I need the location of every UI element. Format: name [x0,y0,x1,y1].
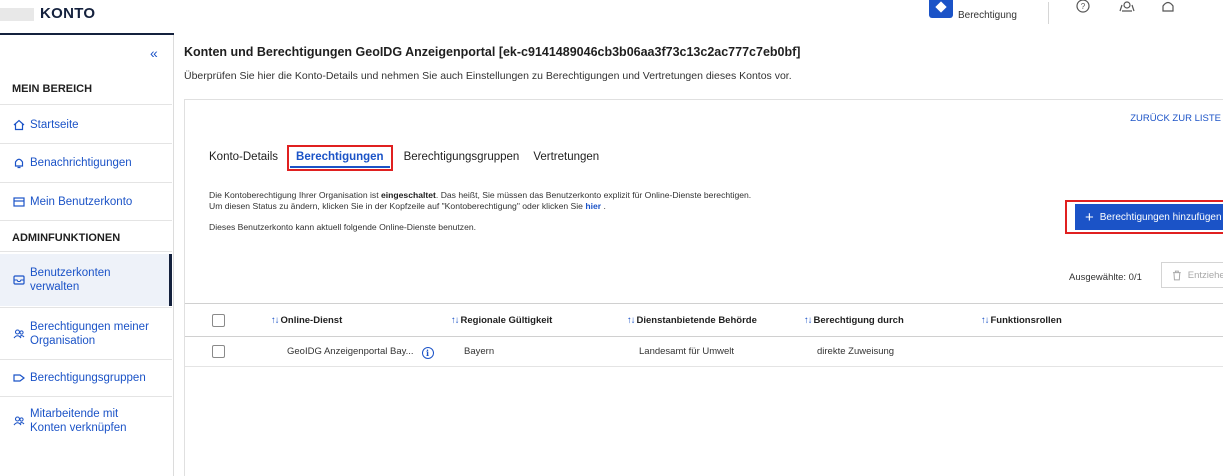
sidebar-item-label: Berechtigungsgruppen [30,372,146,384]
users-icon [8,328,30,340]
sidebar-item-label: Benutzerkonten verwalten [30,267,111,293]
sidebar-item-label: Mitarbeitende mit Konten verknüpfen [30,408,127,434]
help-icon[interactable]: ? [1073,0,1093,20]
sidebar-item-label: Mein Benutzerkonto [30,196,133,208]
main-content: Konten und Berechtigungen GeoIDG Anzeige… [174,35,1223,476]
select-all-checkbox[interactable] [212,314,225,327]
page-subtitle: Überprüfen Sie hier die Konto-Details un… [184,70,792,82]
notification-bell-icon[interactable] [1158,0,1178,20]
sidebar-item-benachrichtigungen[interactable]: Benachrichtigungen [0,145,172,181]
header-divider [1048,2,1049,24]
cell-granted-by: direkte Zuweisung [817,346,895,357]
account-card-icon [8,196,30,208]
collapse-sidebar-button[interactable]: « [150,45,158,61]
divider [0,359,172,360]
sidebar-item-benutzerkonten-verwalten[interactable]: Benutzerkonten verwalten [0,254,172,306]
column-label: Online-Dienst [280,315,343,326]
users-icon [8,415,30,427]
brand-title: KONTO [40,5,96,22]
column-header-online-dienst[interactable]: ↑↓ Online-Dienst [271,315,342,326]
add-permissions-button[interactable]: + Berechtigungen hinzufügen [1075,204,1223,230]
logo-placeholder [0,8,34,21]
settings-icon[interactable] [1117,0,1137,20]
row-checkbox[interactable] [212,345,225,358]
bell-icon [8,157,30,169]
permission-toggle-icon[interactable] [929,0,953,18]
sidebar-item-label: Benachrichtigungen [30,157,132,169]
tab-konto-details[interactable]: Konto-Details [209,148,278,168]
divider [0,104,172,105]
sidebar: « MEIN BEREICH Startseite Benachrichtigu… [0,35,174,476]
column-header-regionale-gueltigkeit[interactable]: ↑↓ Regionale Gültigkeit [451,315,552,326]
divider [0,182,172,183]
column-header-berechtigung-durch[interactable]: ↑↓ Berechtigung durch [804,315,904,326]
info-status: eingeschaltet [380,190,436,200]
add-permissions-label: Berechtigungen hinzufügen [1099,211,1222,223]
divider [0,220,172,221]
sort-icon: ↑↓ [981,315,989,326]
tab-berechtigungsgruppen[interactable]: Berechtigungsgruppen [404,148,520,168]
sidebar-item-mein-benutzerkonto[interactable]: Mein Benutzerkonto [0,184,172,220]
permission-info-text: Die Kontoberechtigung Ihrer Organisation… [209,190,751,212]
svg-text:?: ? [1081,2,1086,11]
sort-icon: ↑↓ [627,315,635,326]
back-to-list-link[interactable]: ZURÜCK ZUR LISTE [1130,113,1221,124]
info-text: . [601,201,606,211]
tag-icon [8,372,30,384]
table-header: ↑↓ Online-Dienst ↑↓ Regionale Gültigkeit ↑… [185,303,1223,337]
info-text: Die Kontoberechtigung Ihrer Organisation… [209,190,381,200]
withdraw-label: Entziehen [1187,269,1223,281]
page-title: Konten und Berechtigungen GeoIDG Anzeige… [184,45,801,59]
plus-icon: + [1085,208,1094,226]
top-header: KONTO Berechtigung ? [0,0,1223,32]
column-label: Dienstanbietende Behörde [636,315,757,326]
divider [0,143,172,144]
sort-icon: ↑↓ [804,315,812,326]
divider [0,251,172,252]
content-card: ZURÜCK ZUR LISTE Konto-Details Berechtig… [184,99,1223,476]
services-info-text: Dieses Benutzerkonto kann aktuell folgen… [209,222,477,232]
tab-vertretungen[interactable]: Vertretungen [533,148,599,168]
cell-region: Bayern [464,346,495,357]
permissions-table: ↑↓ Online-Dienst ↑↓ Regionale Gültigkeit ↑… [185,303,1223,367]
sort-icon: ↑↓ [271,315,279,326]
info-text: Um diesen Status zu ändern, klicken Sie … [209,201,586,211]
cell-authority: Landesamt für Umwelt [639,346,735,357]
table-row[interactable]: GeoIDG Anzeigenportal Bay... i Bayern Lan… [185,337,1223,367]
info-text: . Das heißt, Sie müssen das Benutzerkont… [435,190,752,200]
tab-bar: Konto-Details Berechtigungen Berechtigun… [209,145,613,171]
trash-icon [1172,270,1181,280]
column-label: Berechtigung durch [813,315,904,326]
sort-icon: ↑↓ [451,315,459,326]
here-link[interactable]: hier [585,201,601,211]
tab-berechtigungen[interactable]: Berechtigungen [287,145,393,171]
selected-count: Ausgewählte: 0/1 [1069,272,1142,283]
service-name: GeoIDG Anzeigenportal Bay... [287,346,414,357]
permission-label[interactable]: Berechtigung [958,10,1017,21]
divider [0,396,172,397]
sidebar-item-berechtigungsgruppen[interactable]: Berechtigungsgruppen [0,361,172,395]
section-heading-admin: ADMINFUNKTIONEN [12,232,121,244]
home-icon [8,119,30,131]
sidebar-item-label: Berechtigungen meiner Organisation [30,321,149,347]
sidebar-item-startseite[interactable]: Startseite [0,107,172,143]
withdraw-button[interactable]: Entziehen [1161,262,1223,288]
sidebar-item-mitarbeitende-verknuepfen[interactable]: Mitarbeitende mit Konten verknüpfen [0,399,172,443]
column-header-funktionsrollen[interactable]: ↑↓ Funktionsrollen [981,315,1062,326]
section-heading-my-area: MEIN BEREICH [12,83,93,95]
column-label: Regionale Gültigkeit [460,315,553,326]
column-header-dienstanbietende-behoerde[interactable]: ↑↓ Dienstanbietende Behörde [627,315,757,326]
sidebar-item-label: Startseite [30,119,79,131]
sidebar-item-berechtigungen-organisation[interactable]: Berechtigungen meiner Organisation [0,309,172,359]
column-label: Funktionsrollen [990,315,1062,326]
info-icon[interactable]: i [421,347,434,359]
inbox-icon [8,274,30,286]
cell-online-dienst: GeoIDG Anzeigenportal Bay... i [287,346,434,359]
divider [0,307,172,308]
